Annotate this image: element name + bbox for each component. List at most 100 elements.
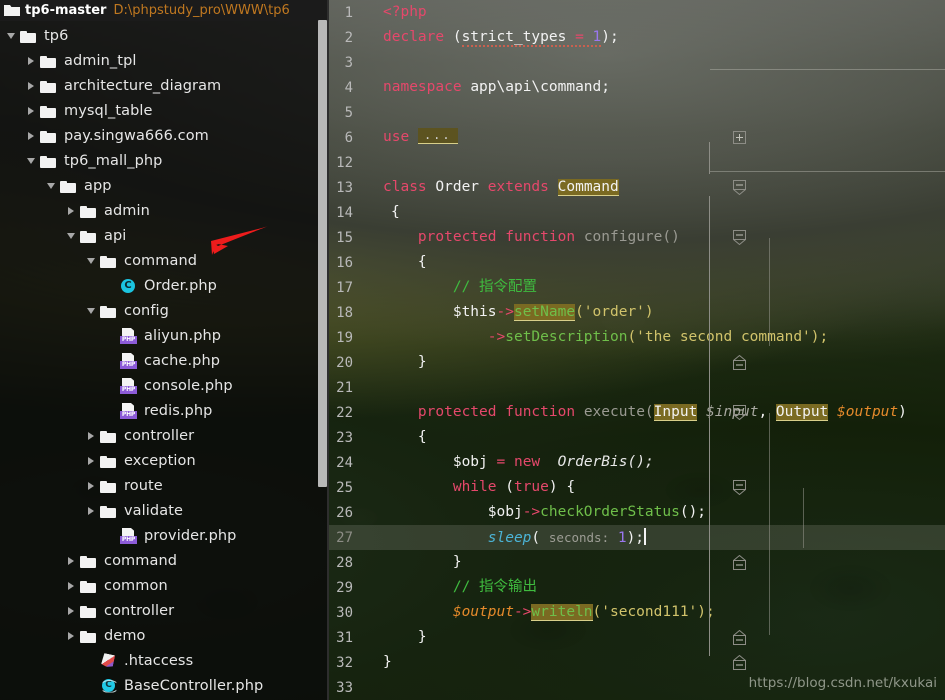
editor-gutter[interactable] xyxy=(359,250,381,275)
code-line[interactable]: 21 xyxy=(329,375,945,400)
chevron-right-icon[interactable] xyxy=(64,553,79,568)
editor-gutter[interactable] xyxy=(359,475,746,500)
code-line[interactable]: 18 $this->setName('order') xyxy=(329,300,945,325)
editor-gutter[interactable] xyxy=(359,575,381,600)
code-line[interactable]: 24 $obj = new OrderBis(); xyxy=(329,450,945,475)
editor-gutter[interactable] xyxy=(359,100,381,125)
chevron-right-icon[interactable] xyxy=(84,453,99,468)
code-line[interactable]: 19 ->setDescription('the second command'… xyxy=(329,325,945,350)
tree-item-mysql-table[interactable]: mysql_table xyxy=(0,98,328,123)
chevron-right-icon[interactable] xyxy=(64,628,79,643)
chevron-right-icon[interactable] xyxy=(24,78,39,93)
tree-item--htaccess[interactable]: .htaccess xyxy=(0,648,328,673)
chevron-right-icon[interactable] xyxy=(84,503,99,518)
chevron-right-icon[interactable] xyxy=(24,53,39,68)
chevron-right-icon[interactable] xyxy=(24,128,39,143)
code-line[interactable]: 29 // 指令输出 xyxy=(329,575,945,600)
editor-gutter[interactable] xyxy=(359,150,381,175)
tree-item-architecture-diagram[interactable]: architecture_diagram xyxy=(0,73,328,98)
editor-gutter[interactable] xyxy=(359,350,746,375)
tree-item-admin[interactable]: admin xyxy=(0,198,328,223)
code-line[interactable]: 17 // 指令配置 xyxy=(329,275,945,300)
editor-gutter[interactable] xyxy=(359,200,381,225)
chevron-down-icon[interactable] xyxy=(24,153,39,168)
editor-gutter[interactable] xyxy=(359,125,746,150)
code-line[interactable]: 28 } xyxy=(329,550,945,575)
chevron-down-icon[interactable] xyxy=(64,228,79,243)
code-line[interactable]: 30 $output->writeln('second111'); xyxy=(329,600,945,625)
fold-collapse-up-icon[interactable] xyxy=(733,630,746,645)
editor-gutter[interactable] xyxy=(359,450,381,475)
tree-item-order-php[interactable]: Order.php xyxy=(0,273,328,298)
code-line[interactable]: 20 } xyxy=(329,350,945,375)
tree-item-controller[interactable]: controller xyxy=(0,423,328,448)
chevron-right-icon[interactable] xyxy=(84,428,99,443)
chevron-down-icon[interactable] xyxy=(84,253,99,268)
code-line[interactable]: 31 } xyxy=(329,625,945,650)
code-lines-container[interactable]: 1 <?php 2 declare (strict_types = 1); 3 4 name… xyxy=(329,0,945,700)
tree-item-command[interactable]: command xyxy=(0,548,328,573)
chevron-down-icon[interactable] xyxy=(44,178,59,193)
editor-gutter[interactable] xyxy=(359,225,746,250)
editor-gutter[interactable] xyxy=(359,75,381,100)
tree-item-pay-singwa666-com[interactable]: pay.singwa666.com xyxy=(0,123,328,148)
chevron-right-icon[interactable] xyxy=(64,578,79,593)
chevron-right-icon[interactable] xyxy=(24,103,39,118)
tree-item-config[interactable]: config xyxy=(0,298,328,323)
editor-gutter[interactable] xyxy=(359,0,381,25)
editor-gutter[interactable] xyxy=(359,500,381,525)
editor-gutter[interactable] xyxy=(359,275,381,300)
tree-item-demo[interactable]: demo xyxy=(0,623,328,648)
tree-item-validate[interactable]: validate xyxy=(0,498,328,523)
tree-item-aliyun-php[interactable]: aliyun.php xyxy=(0,323,328,348)
fold-collapse-down-icon[interactable] xyxy=(733,480,746,495)
fold-collapse-down-icon[interactable] xyxy=(733,230,746,245)
fold-collapse-up-icon[interactable] xyxy=(733,355,746,370)
sidebar-vertical-scrollbar[interactable] xyxy=(318,20,327,487)
chevron-down-icon[interactable] xyxy=(4,28,19,43)
editor-gutter[interactable] xyxy=(359,400,746,425)
editor-gutter[interactable] xyxy=(359,300,381,325)
code-line[interactable]: 1 <?php xyxy=(329,0,945,25)
tree-item-app[interactable]: app xyxy=(0,173,328,198)
fold-collapse-up-icon[interactable] xyxy=(733,555,746,570)
editor-gutter[interactable] xyxy=(359,375,381,400)
code-line[interactable]: 14 { xyxy=(329,200,945,225)
code-line[interactable]: 2 declare (strict_types = 1); xyxy=(329,25,945,50)
code-line[interactable]: 26 $obj->checkOrderStatus(); xyxy=(329,500,945,525)
editor-gutter[interactable] xyxy=(359,625,746,650)
code-line[interactable]: 3 xyxy=(329,50,945,75)
editor-gutter[interactable] xyxy=(359,550,746,575)
fold-expand-icon[interactable] xyxy=(733,131,746,144)
tree-item-controller[interactable]: controller xyxy=(0,598,328,623)
tree-item-command[interactable]: command xyxy=(0,248,328,273)
code-line[interactable]: 32} xyxy=(329,650,945,675)
tree-item-provider-php[interactable]: provider.php xyxy=(0,523,328,548)
code-line[interactable]: 13 class Order extends Command xyxy=(329,175,945,200)
chevron-down-icon[interactable] xyxy=(84,303,99,318)
chevron-right-icon[interactable] xyxy=(64,603,79,618)
code-line[interactable]: 16 { xyxy=(329,250,945,275)
code-line[interactable]: 25 while (true) { xyxy=(329,475,945,500)
tree-item-common[interactable]: common xyxy=(0,573,328,598)
code-line[interactable]: 27 sleep( seconds: 1); xyxy=(329,525,945,550)
editor-gutter[interactable] xyxy=(359,25,381,50)
editor-gutter[interactable] xyxy=(359,600,381,625)
editor-gutter[interactable] xyxy=(359,50,381,75)
tree-item-exception[interactable]: exception xyxy=(0,448,328,473)
editor-gutter[interactable] xyxy=(359,175,746,200)
code-line[interactable]: 22 protected function execute(Input $inp… xyxy=(329,400,945,425)
fold-collapse-down-icon[interactable] xyxy=(733,405,746,420)
editor-gutter[interactable] xyxy=(359,325,381,350)
editor-gutter[interactable] xyxy=(359,675,381,700)
chevron-right-icon[interactable] xyxy=(84,478,99,493)
code-line[interactable]: 23 { xyxy=(329,425,945,450)
tree-item-tp6-mall-php[interactable]: tp6_mall_php xyxy=(0,148,328,173)
collapsed-import-fold[interactable]: ... xyxy=(417,128,458,144)
fold-collapse-down-icon[interactable] xyxy=(733,180,746,195)
tree-item-admin-tpl[interactable]: admin_tpl xyxy=(0,48,328,73)
tree-item-basecontroller-php[interactable]: BaseController.php xyxy=(0,673,328,698)
tree-item-cache-php[interactable]: cache.php xyxy=(0,348,328,373)
tree-item-tp6[interactable]: tp6 xyxy=(0,23,328,48)
code-line[interactable]: 6 use ... xyxy=(329,125,945,150)
